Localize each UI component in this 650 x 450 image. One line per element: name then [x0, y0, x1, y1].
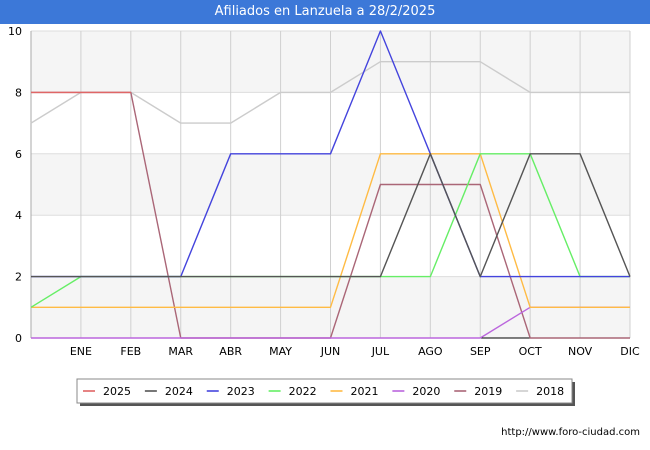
y-tick-label: 8: [15, 86, 22, 99]
source-url: http://www.foro-ciudad.com: [501, 427, 640, 438]
x-tick-label: FEB: [120, 345, 141, 358]
x-tick-label: ABR: [219, 345, 242, 358]
x-tick-label: JUN: [320, 345, 341, 358]
legend: 2025 2024 2023 2022 2021 2020 2019 2018: [76, 378, 575, 406]
x-tick-label: AGO: [418, 345, 443, 358]
legend-label-2022: 2022: [289, 385, 317, 398]
legend-label-2018: 2018: [536, 385, 564, 398]
x-tick-label: SEP: [470, 345, 491, 358]
legend-label-2021: 2021: [351, 385, 379, 398]
legend-label-2025: 2025: [103, 385, 131, 398]
x-tick-label: ENE: [70, 345, 92, 358]
x-tick-label: OCT: [519, 345, 542, 358]
y-tick-label: 4: [15, 209, 22, 222]
y-tick-label: 0: [15, 332, 22, 345]
y-tick-label: 10: [8, 25, 22, 38]
legend-label-2023: 2023: [227, 385, 255, 398]
x-tick-label: NOV: [568, 345, 593, 358]
legend-label-2024: 2024: [165, 385, 193, 398]
legend-label-2019: 2019: [474, 385, 502, 398]
legend-label-2020: 2020: [412, 385, 440, 398]
y-tick-label: 2: [15, 271, 22, 284]
x-tick-label: MAR: [168, 345, 193, 358]
x-tick-label: MAY: [269, 345, 292, 358]
x-tick-label: JUL: [371, 345, 390, 358]
x-tick-label: DIC: [620, 345, 640, 358]
y-tick-label: 6: [15, 148, 22, 161]
line-chart: 0 2 4 6 8 10 ENE FEB MAR ABR MAY JUN JUL AGO SEP OCT NOV…: [8, 25, 640, 406]
